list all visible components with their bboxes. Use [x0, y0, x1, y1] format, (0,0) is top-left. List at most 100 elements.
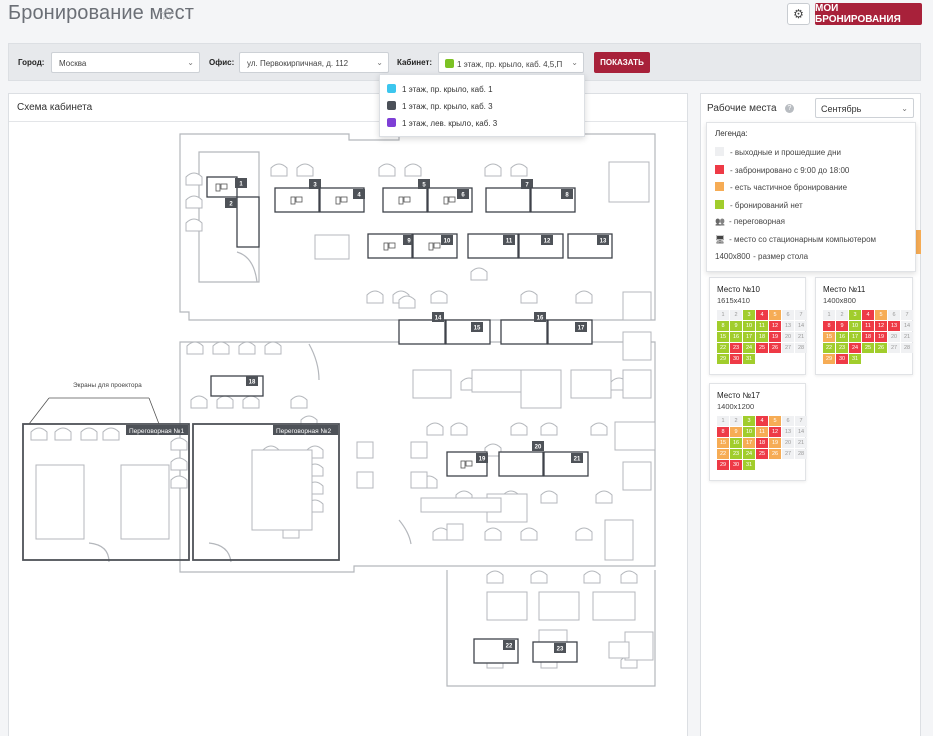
day-cell[interactable]: 18 [756, 332, 768, 342]
day-cell[interactable]: 30 [836, 354, 848, 364]
room-option[interactable]: 1 этаж, лев. крыло, каб. 3 [380, 114, 584, 131]
day-cell[interactable]: 8 [717, 321, 729, 331]
desk-1[interactable]: 1 [206, 176, 247, 198]
desk-18[interactable]: 18 [210, 375, 264, 397]
desk-4[interactable]: 4 [319, 187, 365, 213]
day-cell[interactable]: 22 [823, 343, 835, 353]
seat-calendar[interactable]: Место №11 1400x800 1 2 3 4 5 6 7 8 9 10 11 12 13 14 15 16… [815, 277, 913, 375]
day-cell[interactable]: 29 [717, 354, 729, 364]
day-cell[interactable]: 31 [743, 460, 755, 470]
desk-11[interactable]: 11 [467, 233, 519, 259]
day-cell[interactable]: 16 [730, 438, 742, 448]
my-bookings-button[interactable]: МОИ БРОНИРОВАНИЯ [815, 3, 922, 25]
day-cell[interactable]: 29 [717, 460, 729, 470]
day-cell[interactable]: 10 [743, 321, 755, 331]
day-cell[interactable]: 25 [756, 449, 768, 459]
day-cell[interactable]: 12 [875, 321, 887, 331]
desk-21[interactable]: 21 [543, 451, 589, 477]
info-icon[interactable]: ? [785, 104, 794, 113]
day-cell[interactable]: 5 [769, 416, 781, 426]
desk-19[interactable]: 19 [446, 451, 488, 477]
city-select[interactable]: Москва ⌄ [51, 52, 200, 73]
day-cell[interactable]: 11 [756, 427, 768, 437]
day-cell[interactable]: 17 [849, 332, 861, 342]
day-cell[interactable]: 24 [849, 343, 861, 353]
day-cell[interactable]: 17 [743, 438, 755, 448]
month-select[interactable]: Сентябрь ⌄ [815, 98, 914, 118]
desk-6[interactable]: 6 [427, 187, 473, 213]
desk-3[interactable]: 3 [274, 179, 321, 213]
day-cell[interactable]: 9 [836, 321, 848, 331]
day-cell[interactable]: 4 [862, 310, 874, 320]
day-cell[interactable]: 15 [717, 438, 729, 448]
office-select[interactable]: ул. Первокирпичная, д. 112 ⌄ [239, 52, 389, 73]
day-cell[interactable]: 5 [769, 310, 781, 320]
day-cell[interactable]: 10 [743, 427, 755, 437]
day-cell[interactable]: 31 [743, 354, 755, 364]
desk-12[interactable]: 12 [518, 233, 564, 259]
day-cell[interactable]: 9 [730, 321, 742, 331]
show-button[interactable]: ПОКАЗАТЬ [594, 52, 650, 73]
desk-16[interactable]: 16 [500, 312, 548, 345]
day-cell[interactable]: 19 [875, 332, 887, 342]
day-cell[interactable]: 25 [756, 343, 768, 353]
desk-2[interactable]: 2 [225, 196, 260, 248]
desk-7[interactable]: 7 [485, 179, 533, 213]
room-option[interactable]: 1 этаж, пр. крыло, каб. 1 [380, 80, 584, 97]
day-cell[interactable]: 16 [730, 332, 742, 342]
day-cell[interactable]: 4 [756, 310, 768, 320]
day-cell[interactable]: 5 [875, 310, 887, 320]
day-cell[interactable]: 12 [769, 427, 781, 437]
day-cell[interactable]: 23 [730, 343, 742, 353]
desk-5[interactable]: 5 [382, 179, 430, 213]
seat-calendar[interactable]: Место №10 1615x410 1 2 3 4 5 6 7 8 9 10 11 12 13 14 15 16… [709, 277, 807, 375]
day-cell[interactable]: 11 [756, 321, 768, 331]
day-cell[interactable]: 19 [769, 332, 781, 342]
day-cell[interactable]: 3 [743, 416, 755, 426]
desk-23[interactable]: 23 [532, 641, 578, 663]
day-cell[interactable]: 22 [717, 449, 729, 459]
day-cell[interactable]: 12 [769, 321, 781, 331]
desk-10[interactable]: 10 [412, 233, 458, 259]
day-cell[interactable]: 23 [836, 343, 848, 353]
seat-calendar[interactable]: Место №17 1400x1200 1 2 3 4 5 6 7 8 9 10 11 12 13 14 15 1… [709, 383, 807, 481]
day-cell[interactable]: 3 [849, 310, 861, 320]
day-cell[interactable]: 11 [862, 321, 874, 331]
desk-17[interactable]: 17 [547, 319, 593, 345]
desk-8[interactable]: 8 [530, 187, 576, 213]
day-cell[interactable]: 8 [823, 321, 835, 331]
day-cell[interactable]: 29 [823, 354, 835, 364]
day-cell[interactable]: 18 [862, 332, 874, 342]
day-cell[interactable]: 9 [730, 427, 742, 437]
day-cell[interactable]: 16 [836, 332, 848, 342]
day-cell[interactable]: 19 [769, 438, 781, 448]
room-select[interactable]: 1 этаж, пр. крыло, каб. 4,5,П ⌄ [438, 52, 584, 73]
day-cell[interactable]: 3 [743, 310, 755, 320]
day-cell[interactable]: 24 [743, 343, 755, 353]
settings-button[interactable]: ⚙ [787, 3, 810, 25]
day-cell[interactable]: 22 [717, 343, 729, 353]
day-cell[interactable]: 13 [888, 321, 900, 331]
day-cell[interactable]: 30 [730, 354, 742, 364]
desk-13[interactable]: 13 [567, 233, 613, 259]
desk-20[interactable]: 20 [498, 441, 544, 477]
day-cell[interactable]: 8 [717, 427, 729, 437]
room-option[interactable]: 1 этаж, пр. крыло, каб. 3 [380, 97, 584, 114]
desk-9[interactable]: 9 [367, 233, 415, 259]
day-cell[interactable]: 25 [862, 343, 874, 353]
day-cell[interactable]: 30 [730, 460, 742, 470]
day-cell[interactable]: 26 [769, 343, 781, 353]
day-cell[interactable]: 18 [756, 438, 768, 448]
day-cell[interactable]: 24 [743, 449, 755, 459]
desk-14[interactable]: 14 [398, 312, 446, 345]
day-cell[interactable]: 10 [849, 321, 861, 331]
day-cell[interactable]: 23 [730, 449, 742, 459]
day-cell[interactable]: 17 [743, 332, 755, 342]
day-cell[interactable]: 4 [756, 416, 768, 426]
day-cell[interactable]: 26 [875, 343, 887, 353]
desk-22[interactable]: 22 [473, 638, 519, 664]
day-cell[interactable]: 26 [769, 449, 781, 459]
day-cell[interactable]: 15 [823, 332, 835, 342]
day-cell[interactable]: 15 [717, 332, 729, 342]
favorite-star-icon[interactable]: ☆ [159, 4, 175, 25]
